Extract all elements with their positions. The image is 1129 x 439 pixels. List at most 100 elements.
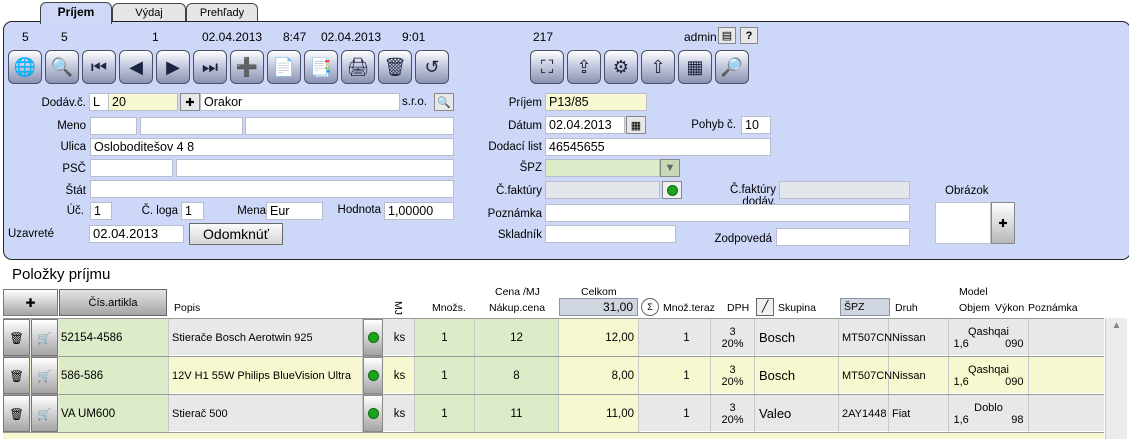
item-qty[interactable]: 1	[415, 319, 475, 356]
item-mj[interactable]: ks	[385, 357, 415, 394]
item-code[interactable]: 586-586	[59, 357, 169, 394]
item-spz[interactable]: MT507CN	[839, 319, 892, 356]
zodpoveda-field[interactable]	[776, 228, 910, 246]
cart-icon[interactable]: 🛒	[31, 357, 58, 394]
next-record-icon[interactable]: ▶	[156, 50, 190, 84]
item-dph[interactable]: 3 20%	[711, 357, 755, 394]
city-field[interactable]	[176, 159, 454, 177]
add-item-icon[interactable]: ✚	[3, 289, 58, 316]
item-model[interactable]: Doblo 1,6 98	[949, 395, 1029, 432]
item-desc[interactable]: Stierač 500	[169, 395, 363, 432]
item-price[interactable]: 11	[475, 395, 559, 432]
meno-field-3[interactable]	[245, 117, 454, 135]
delete-icon[interactable]: 🗑	[378, 50, 412, 84]
skladnik-field[interactable]	[545, 225, 676, 243]
delete-row-icon[interactable]: 🗑	[3, 357, 30, 394]
spz-field[interactable]	[545, 159, 660, 177]
item-mj[interactable]: ks	[385, 395, 415, 432]
spz-dropdown-icon[interactable]: ▼	[660, 159, 680, 177]
ulica-field[interactable]: Osloboditešov 4 8	[90, 138, 454, 156]
status-icon[interactable]	[363, 319, 383, 356]
lookup-icon[interactable]: 🔎	[715, 50, 749, 84]
item-code[interactable]: 52154-4586	[59, 319, 169, 356]
cloga-field[interactable]: 1	[181, 202, 204, 220]
help-icon[interactable]: ?	[740, 27, 758, 44]
document-icon[interactable]: 📄	[267, 50, 301, 84]
item-spz[interactable]: MT507CN	[839, 357, 892, 394]
item-qty[interactable]: 1	[415, 395, 475, 432]
mena-field[interactable]: Eur	[266, 202, 323, 220]
hodnota-field[interactable]: 1,00000	[384, 202, 454, 220]
item-druh[interactable]: Fiat	[889, 395, 949, 432]
notes-icon[interactable]: ▤	[718, 27, 736, 44]
search-icon[interactable]: 🔍	[45, 50, 79, 84]
undo-icon[interactable]: ↺	[415, 50, 449, 84]
report-icon[interactable]: ▦	[678, 50, 712, 84]
prijem-field[interactable]: P13/85	[545, 93, 647, 111]
globe-search-icon[interactable]: 🌐	[8, 50, 42, 84]
item-price[interactable]: 12	[475, 319, 559, 356]
pohyb-field[interactable]: 10	[741, 116, 771, 134]
item-skupina[interactable]: Valeo	[755, 395, 839, 432]
item-model[interactable]: Qashqai 1,6 090	[949, 357, 1029, 394]
tab-prehlady[interactable]: Prehľady	[186, 3, 258, 23]
scroll-up-icon[interactable]: ▲	[1106, 320, 1127, 331]
supplier-number-field[interactable]: 20	[108, 93, 178, 111]
cart-icon[interactable]: 🛒	[31, 319, 58, 356]
upload-list-icon[interactable]: ⇧	[641, 50, 675, 84]
edit-group-icon[interactable]: ╱	[756, 298, 774, 316]
empty-row[interactable]	[3, 432, 1104, 439]
meno-field-1[interactable]	[90, 117, 137, 135]
item-mj[interactable]: ks	[385, 319, 415, 356]
item-dph[interactable]: 3 20%	[711, 395, 755, 432]
settings-icon[interactable]: ⚙	[604, 50, 638, 84]
dodaci-field[interactable]: 46545655	[545, 138, 771, 156]
scrollbar[interactable]: ▲	[1105, 318, 1127, 439]
table-row[interactable]: 🗑 🛒 586-586 12V H1 55W Philips BlueVisio…	[3, 356, 1104, 394]
tab-prijem[interactable]: Príjem	[40, 2, 112, 24]
tab-vydaj[interactable]: Výdaj	[112, 3, 186, 23]
table-row[interactable]: 🗑 🛒 VA UM600 Stierač 500 ks 1 11 11,00 1…	[3, 394, 1104, 432]
table-row[interactable]: 🗑 🛒 52154-4586 Stierače Bosch Aerotwin 9…	[3, 318, 1104, 356]
add-image-icon[interactable]: ✚	[991, 202, 1015, 244]
spz-header[interactable]: ŠPZ	[840, 298, 890, 316]
psc-field[interactable]	[90, 159, 173, 177]
add-record-icon[interactable]: ➕	[230, 50, 264, 84]
sum-icon[interactable]: Σ	[641, 298, 659, 316]
item-qty[interactable]: 1	[415, 357, 475, 394]
item-dph[interactable]: 3 20%	[711, 319, 755, 356]
poznamka-field[interactable]	[545, 204, 910, 222]
last-record-icon[interactable]: ⏭	[193, 50, 227, 84]
tree-icon[interactable]: ⛶	[530, 50, 564, 84]
meno-field-2[interactable]	[140, 117, 243, 135]
add-supplier-icon[interactable]: ✚	[180, 93, 200, 111]
item-druh[interactable]: Nissan	[889, 319, 949, 356]
calendar-icon[interactable]: ▦	[626, 116, 646, 134]
cart-icon[interactable]: 🛒	[31, 395, 58, 432]
status-icon[interactable]	[363, 357, 383, 394]
datum-field[interactable]: 02.04.2013	[545, 116, 625, 134]
item-code[interactable]: VA UM600	[59, 395, 169, 432]
supplier-name-field[interactable]: Orakor	[200, 93, 400, 111]
item-price[interactable]: 8	[475, 357, 559, 394]
status-icon[interactable]	[363, 395, 383, 432]
item-spz[interactable]: 2AY1448	[839, 395, 889, 432]
import-icon[interactable]: ⇪	[567, 50, 601, 84]
supplier-letter-field[interactable]: L	[89, 93, 109, 111]
cfakt-field[interactable]	[545, 181, 660, 199]
cfakt-dodav-field[interactable]	[779, 181, 910, 199]
stat-field[interactable]	[90, 180, 454, 198]
cis-header[interactable]: Čís.artikla	[59, 289, 167, 316]
item-skupina[interactable]: Bosch	[755, 319, 839, 356]
unlock-button[interactable]: Odomknúť	[189, 223, 283, 245]
print-icon[interactable]: 🖨	[341, 50, 375, 84]
first-record-icon[interactable]: ⏮	[82, 50, 116, 84]
copy-record-icon[interactable]: 📑	[304, 50, 338, 84]
uct-field[interactable]: 1	[90, 202, 112, 220]
prev-record-icon[interactable]: ◀	[119, 50, 153, 84]
item-druh[interactable]: Nissan	[889, 357, 949, 394]
image-box[interactable]	[935, 202, 991, 244]
item-desc[interactable]: 12V H1 55W Philips BlueVision Ultra	[169, 357, 363, 394]
item-desc[interactable]: Stierače Bosch Aerotwin 925	[169, 319, 363, 356]
uzavrete-field[interactable]: 02.04.2013	[89, 225, 184, 243]
